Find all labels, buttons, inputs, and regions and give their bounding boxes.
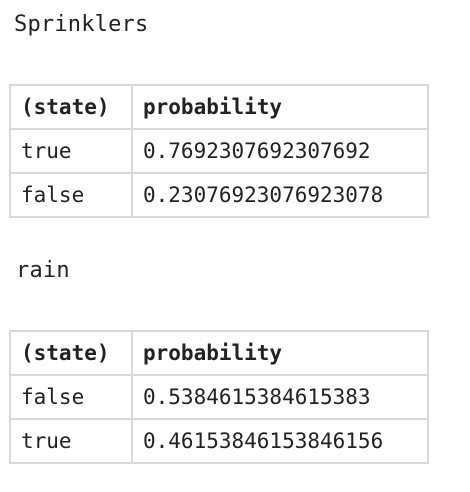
table-header-row: (state) probability xyxy=(9,84,429,130)
probability-table-rain: (state) probability false 0.538461538461… xyxy=(9,330,429,464)
probability-cell: 0.5384615384615383 xyxy=(131,374,429,420)
probability-cell: 0.7692307692307692 xyxy=(131,128,429,174)
probability-cell: 0.46153846153846156 xyxy=(131,418,429,464)
table-row: true 0.7692307692307692 xyxy=(9,128,429,174)
state-cell: false xyxy=(9,374,133,420)
table-row: false 0.5384615384615383 xyxy=(9,374,429,420)
table-row: true 0.46153846153846156 xyxy=(9,418,429,464)
state-cell: true xyxy=(9,128,133,174)
section-title-sprinklers: Sprinklers xyxy=(14,12,149,37)
probability-table-sprinklers: (state) probability true 0.7692307692307… xyxy=(9,84,429,218)
header-state: (state) xyxy=(9,330,133,376)
header-probability: probability xyxy=(131,330,429,376)
table-row: false 0.23076923076923078 xyxy=(9,172,429,218)
section-title-rain: rain xyxy=(16,258,70,283)
probability-cell: 0.23076923076923078 xyxy=(131,172,429,218)
header-probability: probability xyxy=(131,84,429,130)
header-state: (state) xyxy=(9,84,133,130)
table-header-row: (state) probability xyxy=(9,330,429,376)
state-cell: true xyxy=(9,418,133,464)
state-cell: false xyxy=(9,172,133,218)
